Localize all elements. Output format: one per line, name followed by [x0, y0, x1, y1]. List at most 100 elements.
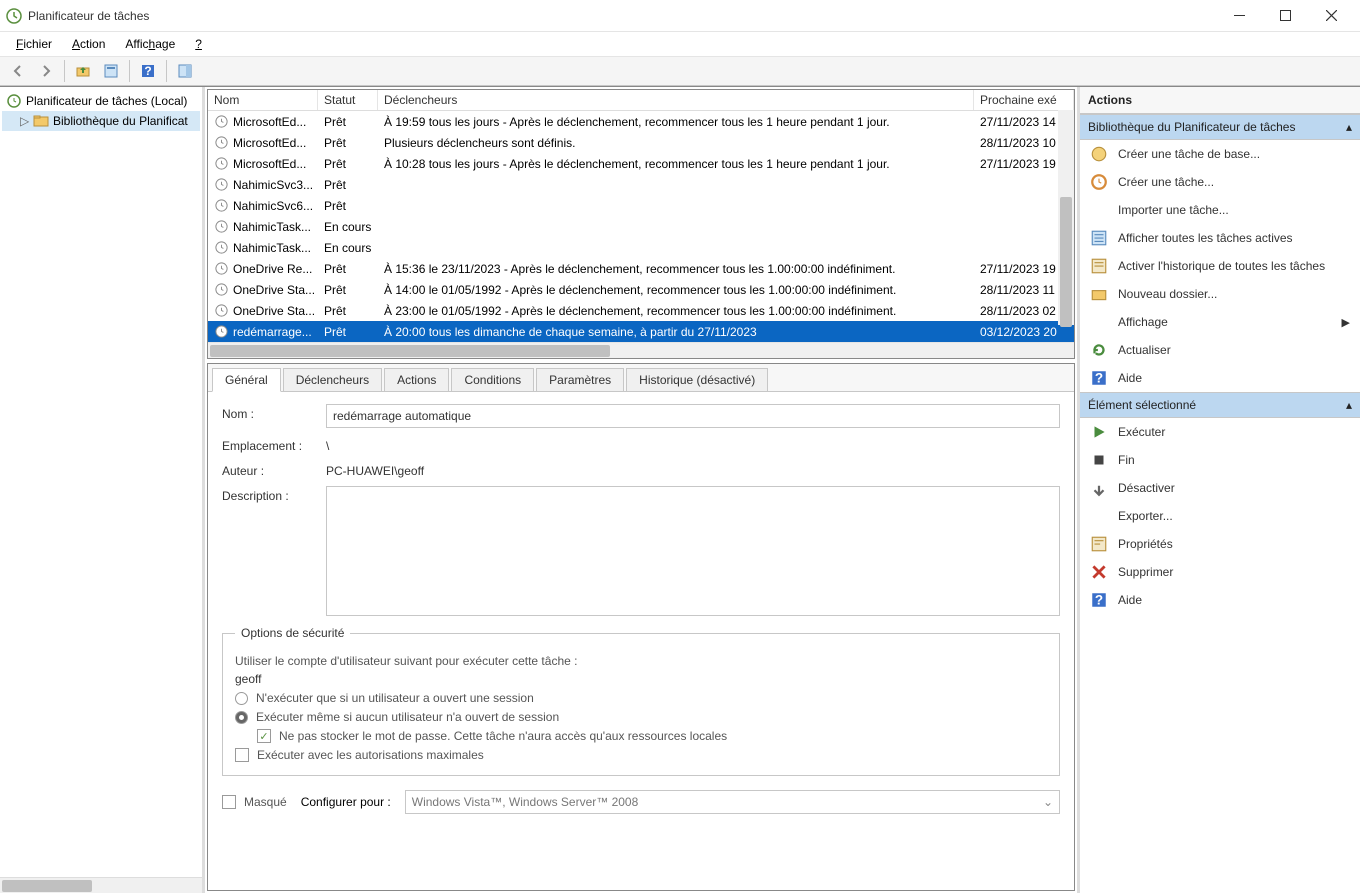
- action-create-task[interactable]: Créer une tâche...: [1080, 168, 1360, 196]
- security-legend: Options de sécurité: [235, 626, 350, 640]
- expand-icon[interactable]: ▷: [20, 114, 29, 128]
- label-name: Nom :: [222, 404, 316, 421]
- checkbox-icon: [222, 795, 236, 809]
- task-row[interactable]: MicrosoftEd...PrêtÀ 10:28 tous les jours…: [208, 153, 1074, 174]
- label-author: Auteur :: [222, 461, 316, 478]
- create-basic-icon: [1090, 145, 1108, 163]
- action-new-folder[interactable]: Nouveau dossier...: [1080, 280, 1360, 308]
- task-row[interactable]: NahimicSvc3...Prêt: [208, 174, 1074, 195]
- check-hidden[interactable]: Masqué: [222, 795, 287, 809]
- action-view[interactable]: Affichage▶: [1080, 308, 1360, 336]
- menu-help[interactable]: ?: [187, 34, 210, 54]
- menu-bar: Fichier Action Affichage ?: [0, 32, 1360, 56]
- column-triggers[interactable]: Déclencheurs: [378, 90, 974, 110]
- tasklist-h-scrollbar[interactable]: [208, 342, 1074, 358]
- back-button[interactable]: [6, 59, 30, 83]
- column-status[interactable]: Statut: [318, 90, 378, 110]
- chevron-right-icon: ▶: [1342, 316, 1350, 329]
- collapse-icon[interactable]: ▴: [1346, 120, 1352, 134]
- clock-icon: [214, 198, 229, 213]
- task-row[interactable]: NahimicTask...En cours: [208, 216, 1074, 237]
- action-refresh[interactable]: Actualiser: [1080, 336, 1360, 364]
- check-highest-privileges[interactable]: Exécuter avec les autorisations maximale…: [235, 748, 1047, 762]
- chevron-down-icon: ⌄: [1043, 795, 1053, 809]
- task-row[interactable]: MicrosoftEd...PrêtPlusieurs déclencheurs…: [208, 132, 1074, 153]
- label-description: Description :: [222, 486, 316, 503]
- grid-header: Nom Statut Déclencheurs Prochaine exé: [208, 90, 1074, 111]
- field-description[interactable]: [326, 486, 1060, 616]
- action-import-task[interactable]: Importer une tâche...: [1080, 196, 1360, 224]
- action-export[interactable]: Exporter...: [1080, 502, 1360, 530]
- label-location: Emplacement :: [222, 436, 316, 453]
- tree-h-scrollbar[interactable]: [0, 877, 202, 893]
- action-end[interactable]: Fin: [1080, 446, 1360, 474]
- clock-icon: [214, 324, 229, 339]
- help-button[interactable]: ?: [136, 59, 160, 83]
- action-create-basic-task[interactable]: Créer une tâche de base...: [1080, 140, 1360, 168]
- label-configure-for: Configurer pour :: [301, 795, 391, 809]
- radio-run-only-logged-on[interactable]: N'exécuter que si un utilisateur a ouver…: [235, 691, 1047, 705]
- menu-action[interactable]: Action: [64, 34, 113, 54]
- clock-icon: [214, 177, 229, 192]
- task-details: Général Déclencheurs Actions Conditions …: [207, 363, 1075, 891]
- value-author: PC-HUAWEI\geoff: [326, 461, 424, 478]
- action-help-selected[interactable]: ?Aide: [1080, 586, 1360, 614]
- check-dont-store-password[interactable]: ✓ Ne pas stocker le mot de passe. Cette …: [257, 729, 1047, 743]
- import-icon: [1090, 201, 1108, 219]
- task-row[interactable]: OneDrive Sta...PrêtÀ 23:00 le 01/05/1992…: [208, 300, 1074, 321]
- field-task-name[interactable]: redémarrage automatique: [326, 404, 1060, 428]
- tab-triggers[interactable]: Déclencheurs: [283, 368, 382, 391]
- tasklist-v-scrollbar[interactable]: [1058, 110, 1074, 325]
- actions-header: Actions: [1080, 87, 1360, 114]
- minimize-button[interactable]: [1216, 1, 1262, 31]
- action-help-library[interactable]: ?Aide: [1080, 364, 1360, 392]
- tree-root[interactable]: Planificateur de tâches (Local): [2, 91, 200, 111]
- up-folder-button[interactable]: [71, 59, 95, 83]
- radio-run-whether-logged-on[interactable]: Exécuter même si aucun utilisateur n'a o…: [235, 710, 1047, 724]
- account-name: geoff: [235, 672, 1047, 686]
- tabs: Général Déclencheurs Actions Conditions …: [208, 364, 1074, 392]
- action-run[interactable]: Exécuter: [1080, 418, 1360, 446]
- clock-icon: [214, 114, 229, 129]
- task-row[interactable]: OneDrive Sta...PrêtÀ 14:00 le 01/05/1992…: [208, 279, 1074, 300]
- app-icon: [6, 8, 22, 24]
- panel-button[interactable]: [173, 59, 197, 83]
- column-name[interactable]: Nom: [208, 90, 318, 110]
- create-task-icon: [1090, 173, 1108, 191]
- tab-params[interactable]: Paramètres: [536, 368, 624, 391]
- action-properties[interactable]: Propriétés: [1080, 530, 1360, 558]
- column-next-run[interactable]: Prochaine exé: [974, 90, 1074, 110]
- tab-history[interactable]: Historique (désactivé): [626, 368, 768, 391]
- tab-general[interactable]: Général: [212, 368, 281, 392]
- help-icon: ?: [1090, 591, 1108, 609]
- refresh-icon: [1090, 341, 1108, 359]
- menu-view[interactable]: Affichage: [117, 34, 183, 54]
- forward-button[interactable]: [34, 59, 58, 83]
- history-icon: [1090, 257, 1108, 275]
- task-row[interactable]: NahimicTask...En cours: [208, 237, 1074, 258]
- close-button[interactable]: [1308, 1, 1354, 31]
- action-delete[interactable]: Supprimer: [1080, 558, 1360, 586]
- tree-child-library[interactable]: ▷ Bibliothèque du Planificat: [2, 111, 200, 131]
- folder-icon: [33, 113, 49, 129]
- action-enable-history[interactable]: Activer l'historique de toutes les tâche…: [1080, 252, 1360, 280]
- properties-button[interactable]: [99, 59, 123, 83]
- task-row[interactable]: OneDrive Re...PrêtÀ 15:36 le 23/11/2023 …: [208, 258, 1074, 279]
- task-row[interactable]: MicrosoftEd...PrêtÀ 19:59 tous les jours…: [208, 111, 1074, 132]
- tab-conditions[interactable]: Conditions: [451, 368, 534, 391]
- select-configure-for[interactable]: Windows Vista™, Windows Server™ 2008 ⌄: [405, 790, 1060, 814]
- export-icon: [1090, 507, 1108, 525]
- properties-icon: [1090, 535, 1108, 553]
- toolbar: ?: [0, 56, 1360, 86]
- maximize-button[interactable]: [1262, 1, 1308, 31]
- delete-icon: [1090, 563, 1108, 581]
- clock-icon: [214, 261, 229, 276]
- task-row[interactable]: redémarrage...PrêtÀ 20:00 tous les diman…: [208, 321, 1074, 342]
- library-section-header: Bibliothèque du Planificateur de tâches …: [1080, 114, 1360, 140]
- task-row[interactable]: NahimicSvc6...Prêt: [208, 195, 1074, 216]
- collapse-icon[interactable]: ▴: [1346, 398, 1352, 412]
- tab-actions[interactable]: Actions: [384, 368, 449, 391]
- action-disable[interactable]: Désactiver: [1080, 474, 1360, 502]
- action-show-all-tasks[interactable]: Afficher toutes les tâches actives: [1080, 224, 1360, 252]
- menu-file[interactable]: Fichier: [8, 34, 60, 54]
